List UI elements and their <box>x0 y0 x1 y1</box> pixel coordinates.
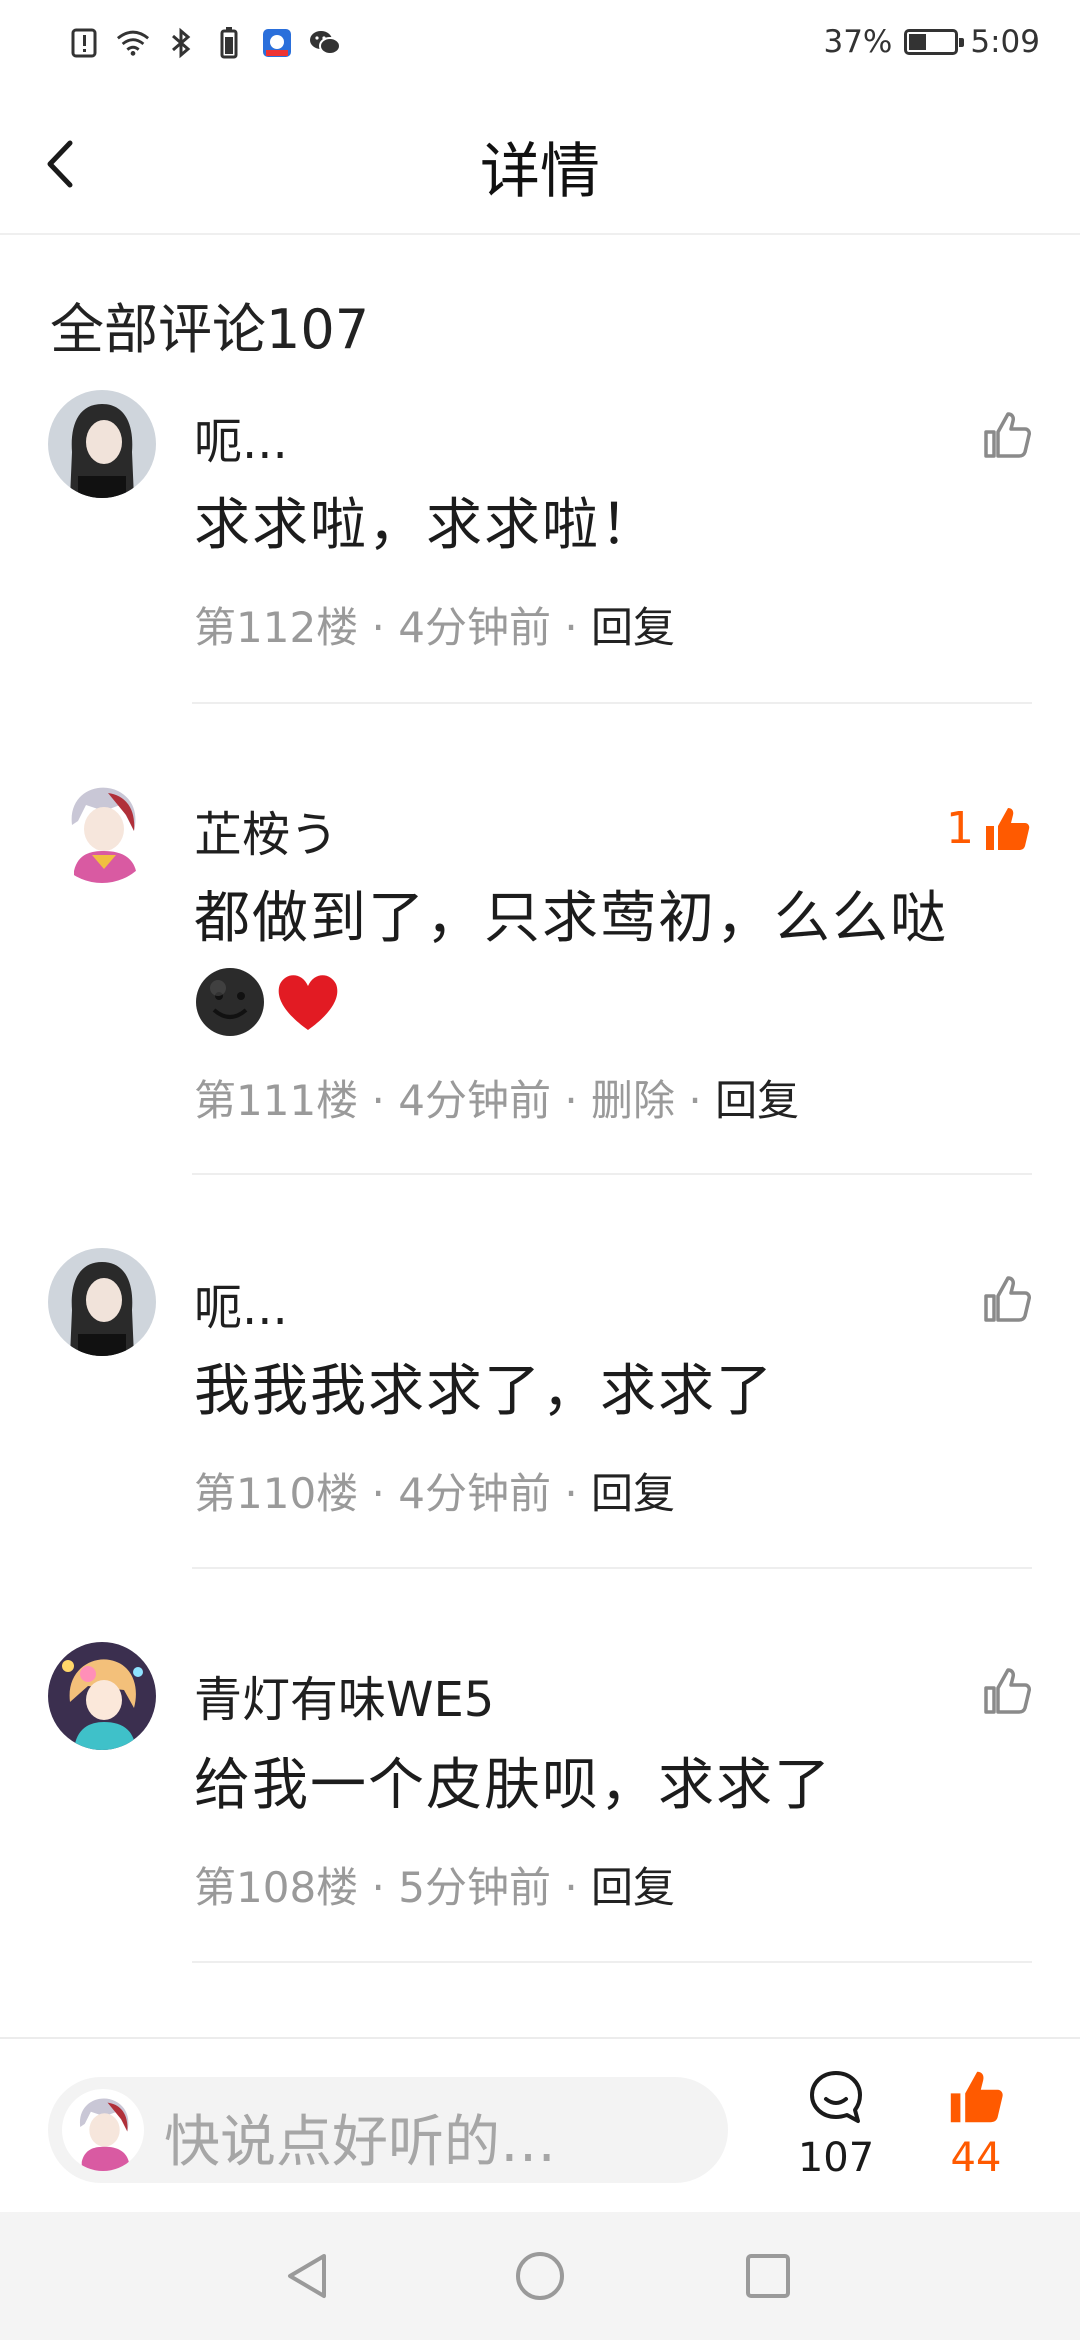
username[interactable]: 呃... <box>194 1268 288 1338</box>
username[interactable]: 呃... <box>194 402 288 472</box>
battery-fill <box>909 34 927 50</box>
divider <box>192 1567 1032 1569</box>
nav-back-icon[interactable] <box>280 2248 336 2304</box>
comment-meta: 第111楼 · 4分钟前 · 删除 · 回复 <box>194 1076 800 1125</box>
input-placeholder: 快说点好听的… <box>164 2110 556 2175</box>
reply-button[interactable]: 回复 <box>715 1076 799 1125</box>
comments-section-title: 全部评论107 <box>50 298 370 361</box>
like-button[interactable] <box>982 1666 1032 1716</box>
comment-time: 5分钟前 <box>398 1863 551 1912</box>
reply-button[interactable]: 回复 <box>591 1863 675 1912</box>
wifi-icon <box>116 26 150 60</box>
comment-item: 呃... 求求啦，求求啦！ 第112楼 · 4分钟前 · 回复 <box>0 390 1080 710</box>
red-heart-emoji-icon <box>272 966 344 1038</box>
comment-item: 呃... 我我我求求了，求求了 第110楼 · 4分钟前 · 回复 <box>0 1248 1080 1568</box>
comment-count-button[interactable]: 107 <box>776 2067 896 2181</box>
battery-percent: 37% <box>823 24 893 60</box>
comment-text: 给我一个皮肤呗，求求了 <box>194 1753 832 1818</box>
floor-number: 第110楼 <box>194 1469 359 1518</box>
battery-small-icon <box>212 26 246 60</box>
avatar[interactable] <box>48 390 156 498</box>
reply-button[interactable]: 回复 <box>591 1469 675 1518</box>
comment-meta: 第112楼 · 4分钟前 · 回复 <box>194 603 676 652</box>
status-icons <box>68 26 342 60</box>
nav-recent-icon[interactable] <box>740 2248 796 2304</box>
bluetooth-icon <box>164 26 198 60</box>
floor-number: 第112楼 <box>194 603 359 652</box>
like-button[interactable]: 1 <box>946 803 1032 854</box>
divider <box>192 1173 1032 1175</box>
thumbs-up-icon <box>984 1668 1031 1714</box>
like-button[interactable] <box>982 1274 1032 1324</box>
comment-meta: 第110楼 · 4分钟前 · 回复 <box>194 1469 676 1518</box>
avatar[interactable] <box>48 1642 156 1750</box>
page-title: 详情 <box>480 137 600 207</box>
divider <box>192 702 1032 704</box>
floor-number: 第111楼 <box>194 1076 359 1125</box>
comment-count: 107 <box>797 2135 875 2181</box>
comment-item: 青灯有味WE5 给我一个皮肤呗，求求了 第108楼 · 5分钟前 · 回复 <box>0 1642 1080 1962</box>
top-app-bar: 详情 <box>0 95 1080 235</box>
comment-time: 4分钟前 <box>398 603 551 652</box>
thumbs-up-icon <box>950 2071 1003 2123</box>
username[interactable]: 青灯有味WE5 <box>194 1660 494 1730</box>
comment-time: 4分钟前 <box>398 1469 551 1518</box>
avatar[interactable] <box>48 1248 156 1356</box>
comment-time: 4分钟前 <box>398 1076 551 1125</box>
comment-bubble-icon <box>810 2071 862 2123</box>
divider <box>192 1961 1032 1963</box>
reply-button[interactable]: 回复 <box>591 603 675 652</box>
status-right: 37% 5:09 <box>823 24 1040 60</box>
comment-text: 我我我求求了，求求了 <box>194 1359 774 1424</box>
comment-input[interactable]: 快说点好听的… <box>48 2077 728 2183</box>
like-count: 44 <box>950 2135 1002 2181</box>
comment-meta: 第108楼 · 5分钟前 · 回复 <box>194 1863 676 1912</box>
thumbs-up-icon <box>986 807 1030 850</box>
comment-text: 求求啦，求求啦！ <box>194 493 658 558</box>
status-bar: 37% 5:09 <box>0 0 1080 95</box>
nav-home-icon[interactable] <box>512 2248 568 2304</box>
thumbs-up-icon <box>984 1276 1031 1322</box>
clock: 5:09 <box>970 24 1040 60</box>
comment-input-bar: 快说点好听的… 107 44 <box>0 2037 1080 2214</box>
delete-button[interactable]: 删除 <box>591 1076 675 1125</box>
system-nav-bar <box>0 2212 1080 2340</box>
like-post-button[interactable]: 44 <box>916 2067 1036 2181</box>
comment-item: 芷桉う 都做到了，只求莺初，么么哒 第111楼 · 4分钟前 · 删除 · 回复… <box>0 775 1080 1175</box>
comment-text-content: 都做到了，只求莺初，么么哒 <box>194 886 948 951</box>
my-avatar <box>62 2089 144 2171</box>
comment-text: 都做到了，只求莺初，么么哒 <box>194 879 994 1039</box>
floor-number: 第108楼 <box>194 1863 359 1912</box>
like-button[interactable] <box>982 410 1032 460</box>
alert-icon <box>68 26 102 60</box>
thumbs-up-icon <box>984 412 1031 458</box>
battery-icon <box>904 29 965 55</box>
avatar[interactable] <box>48 775 156 883</box>
username[interactable]: 芷桉う <box>194 795 338 865</box>
like-count: 1 <box>946 803 974 854</box>
baidu-icon <box>260 26 294 60</box>
wechat-icon <box>308 26 342 60</box>
dark-smile-emoji-icon <box>194 966 266 1038</box>
